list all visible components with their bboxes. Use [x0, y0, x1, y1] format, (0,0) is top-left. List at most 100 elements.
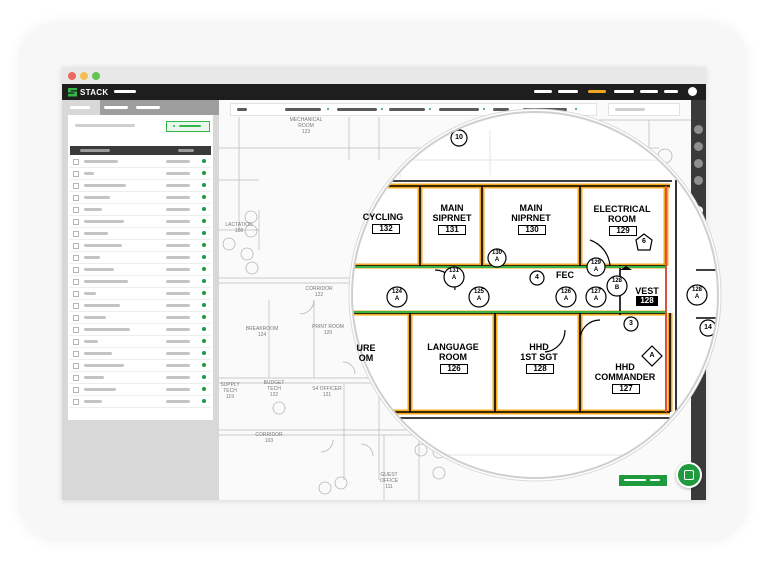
row-checkbox[interactable]: [73, 243, 79, 249]
rail-tool-5-active[interactable]: [694, 206, 703, 215]
row-checkbox[interactable]: [73, 207, 79, 213]
stack-logo[interactable]: STACK: [68, 87, 108, 97]
room-vest-num: 128: [640, 296, 654, 305]
row-visibility-dot[interactable]: [202, 171, 206, 175]
tag-129: 129: [590, 260, 601, 266]
nav-item-2[interactable]: [558, 90, 578, 93]
row-visibility-dot[interactable]: [202, 315, 206, 319]
search-input[interactable]: [75, 124, 135, 127]
row-checkbox[interactable]: [73, 315, 79, 321]
row-visibility-dot[interactable]: [202, 183, 206, 187]
row-checkbox[interactable]: [73, 159, 79, 165]
row-checkbox[interactable]: [73, 183, 79, 189]
row-visibility-dot[interactable]: [202, 267, 206, 271]
row-checkbox[interactable]: [73, 171, 79, 177]
row-checkbox[interactable]: [73, 399, 79, 405]
row-checkbox[interactable]: [73, 231, 79, 237]
tab-pages[interactable]: [102, 100, 132, 115]
tag-124: 124: [391, 289, 402, 295]
chat-icon: [684, 470, 694, 480]
tag-126-sub: A: [563, 296, 569, 302]
nav-item-5[interactable]: [664, 90, 678, 93]
row-checkbox[interactable]: [73, 255, 79, 261]
minimize-window-button[interactable]: [80, 72, 88, 80]
close-window-button[interactable]: [68, 72, 76, 80]
condition-row[interactable]: [70, 395, 211, 408]
nav-item-1[interactable]: [534, 90, 552, 93]
conditions-list-header: [70, 146, 211, 155]
tag-4: 4: [535, 274, 539, 281]
floating-action-bar[interactable]: [618, 474, 668, 487]
row-visibility-dot[interactable]: [202, 375, 206, 379]
user-avatar[interactable]: [688, 87, 697, 96]
row-visibility-dot[interactable]: [202, 387, 206, 391]
row-checkbox[interactable]: [73, 375, 79, 381]
tag-6: 6: [642, 238, 646, 245]
rail-tool-1[interactable]: [694, 125, 703, 134]
rail-tool-3[interactable]: [694, 159, 703, 168]
add-condition-button[interactable]: [166, 121, 210, 132]
maximize-window-button[interactable]: [92, 72, 100, 80]
row-quantity: [166, 268, 190, 271]
nav-item-3[interactable]: [614, 90, 634, 93]
plan-viewer[interactable]: MECHANICAL ROOM 123 LACTATION 108 CORRID…: [219, 100, 691, 500]
room-om: OM: [358, 353, 374, 363]
row-checkbox[interactable]: [73, 195, 79, 201]
tag-128b: 128: [611, 278, 622, 284]
row-visibility-dot[interactable]: [202, 159, 206, 163]
row-visibility-dot[interactable]: [202, 279, 206, 283]
row-visibility-dot[interactable]: [202, 303, 206, 307]
row-name: [84, 220, 124, 223]
row-visibility-dot[interactable]: [202, 219, 206, 223]
room-main-siprnet-2: SIPRNET: [432, 213, 472, 223]
row-checkbox[interactable]: [73, 267, 79, 273]
row-checkbox[interactable]: [73, 279, 79, 285]
row-visibility-dot[interactable]: [202, 255, 206, 259]
tab-takeoff-label: [70, 106, 90, 109]
row-visibility-dot[interactable]: [202, 339, 206, 343]
row-checkbox[interactable]: [73, 387, 79, 393]
tag-131-sub: A: [451, 275, 457, 281]
row-name: [84, 316, 106, 319]
row-quantity: [166, 352, 190, 355]
row-checkbox[interactable]: [73, 291, 79, 297]
rail-tool-2[interactable]: [694, 142, 703, 151]
chat-button[interactable]: [676, 462, 702, 488]
row-visibility-dot[interactable]: [202, 231, 206, 235]
row-checkbox[interactable]: [73, 219, 79, 225]
tab-estimates[interactable]: [134, 100, 164, 115]
row-quantity: [166, 172, 190, 175]
row-visibility-dot[interactable]: [202, 327, 206, 331]
row-checkbox[interactable]: [73, 327, 79, 333]
row-checkbox[interactable]: [73, 363, 79, 369]
row-visibility-dot[interactable]: [202, 243, 206, 247]
label-print-room-num: 120: [323, 330, 333, 336]
tag-131: 131: [448, 268, 459, 274]
row-checkbox[interactable]: [73, 303, 79, 309]
row-checkbox[interactable]: [73, 351, 79, 357]
row-visibility-dot[interactable]: [202, 195, 206, 199]
row-name: [84, 388, 116, 391]
room-ure: URE: [356, 343, 376, 353]
rail-tool-6[interactable]: [694, 224, 703, 233]
row-name: [84, 208, 102, 211]
rail-tool-4[interactable]: [694, 176, 703, 185]
room-cycling: CYCLING: [362, 212, 404, 222]
row-quantity: [166, 376, 190, 379]
row-checkbox[interactable]: [73, 339, 79, 345]
nav-item-projects[interactable]: [114, 90, 136, 93]
label-supply-num: 119: [226, 394, 234, 400]
tag-125-sub: A: [476, 296, 482, 302]
row-quantity: [166, 208, 190, 211]
row-visibility-dot[interactable]: [202, 351, 206, 355]
nav-item-active[interactable]: [588, 90, 606, 93]
window-titlebar: [62, 67, 706, 84]
row-visibility-dot[interactable]: [202, 291, 206, 295]
row-visibility-dot[interactable]: [202, 363, 206, 367]
row-visibility-dot[interactable]: [202, 207, 206, 211]
nav-item-4[interactable]: [640, 90, 658, 93]
row-visibility-dot[interactable]: [202, 399, 206, 403]
tab-takeoff[interactable]: [62, 100, 100, 115]
floating-action-label: [624, 479, 646, 481]
row-quantity: [166, 220, 190, 223]
